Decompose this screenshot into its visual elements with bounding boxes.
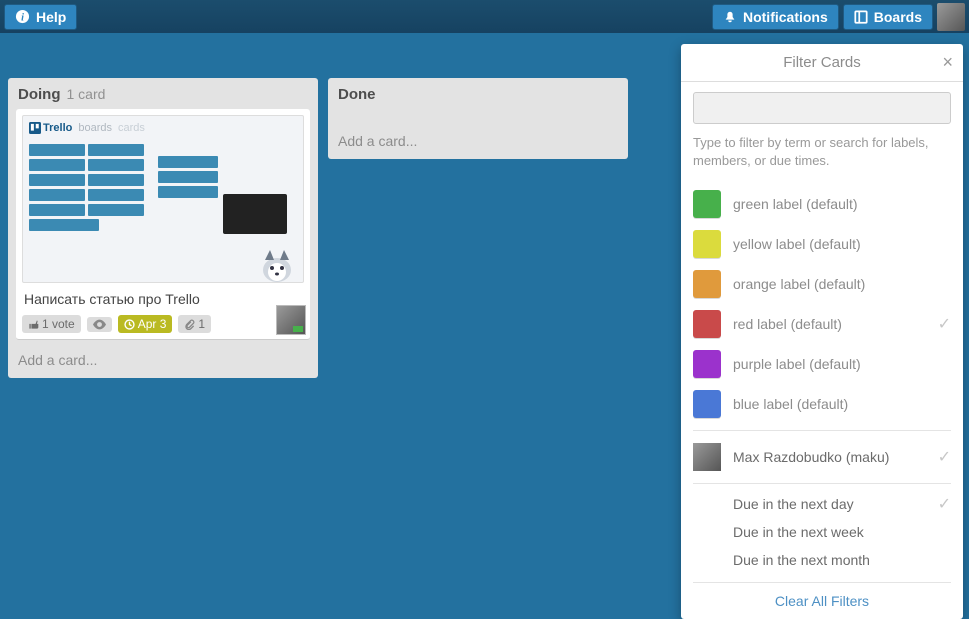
member-name: Max Razdobudko (maku) [733,449,889,465]
filter-cards-panel: Filter Cards × Type to filter by term or… [681,44,963,619]
filter-search-input[interactable] [693,92,951,124]
card-title: Написать статью про Trello [24,291,302,307]
paperclip-icon [184,319,195,330]
filter-due-row[interactable]: Due in the next day ✓ [693,490,951,518]
list-count: 1 card [67,86,106,102]
list-header[interactable]: Doing 1 card [16,84,310,109]
member-avatar [693,443,721,471]
filter-label-row[interactable]: red label (default) ✓ [693,304,951,344]
due-label: Due in the next month [733,552,870,568]
watch-badge [87,317,112,332]
due-date-badge: Apr 3 [118,315,173,333]
list-header[interactable]: Done [336,84,620,109]
boards-label: Boards [874,9,922,25]
label-swatch [693,350,721,378]
info-icon: i [15,9,30,24]
card-member-avatar[interactable] [276,305,306,335]
label-name: orange label (default) [733,276,865,292]
card-badges: 1 vote Apr 3 1 [22,315,304,333]
boards-button[interactable]: Boards [843,4,933,30]
label-swatch [693,190,721,218]
label-swatch [693,230,721,258]
trello-logo: Trello [29,122,72,134]
list-done: Done Add a card... [328,78,628,159]
label-name: blue label (default) [733,396,848,412]
list-title: Doing [18,86,61,103]
close-icon[interactable]: × [942,52,953,73]
card-label-indicator [293,326,303,332]
filter-member-row[interactable]: Max Razdobudko (maku) ✓ [693,437,951,477]
boards-icon [854,10,868,24]
notifications-label: Notifications [743,9,828,25]
filter-due-row[interactable]: Due in the next week✓ [693,518,951,546]
label-name: green label (default) [733,196,858,212]
eye-icon [93,319,106,330]
label-name: purple label (default) [733,356,861,372]
filter-title: Filter Cards × [681,44,963,82]
svg-text:i: i [21,12,24,23]
filter-label-row[interactable]: yellow label (default)✓ [693,224,951,264]
filter-label-row[interactable]: purple label (default)✓ [693,344,951,384]
check-icon: ✓ [938,314,951,334]
label-swatch [693,390,721,418]
add-card-done[interactable]: Add a card... [336,109,620,151]
user-avatar[interactable] [937,3,965,31]
attachments-badge: 1 [178,315,211,333]
add-card-doing[interactable]: Add a card... [16,346,310,370]
votes-badge: 1 vote [22,315,81,333]
label-name: yellow label (default) [733,236,861,252]
list-doing: Doing 1 card Trello boards cards [8,78,318,378]
label-swatch [693,270,721,298]
card-cover: Trello boards cards [22,115,304,283]
check-icon: ✓ [938,494,951,514]
check-icon: ✓ [938,447,951,467]
due-label: Due in the next week [733,524,864,540]
bell-icon [723,10,737,24]
help-label: Help [36,9,66,25]
due-label: Due in the next day [733,496,854,512]
help-button[interactable]: i Help [4,4,77,30]
list-title: Done [338,86,376,103]
filter-label-row[interactable]: orange label (default)✓ [693,264,951,304]
husky-mascot-icon [257,246,297,283]
filter-due-row[interactable]: Due in the next month✓ [693,546,951,574]
clock-icon [124,319,135,330]
label-swatch [693,310,721,338]
app-header: i Help Notifications Boards [0,0,969,33]
filter-label-row[interactable]: green label (default)✓ [693,184,951,224]
label-name: red label (default) [733,316,842,332]
filter-label-row[interactable]: blue label (default)✓ [693,384,951,424]
notifications-button[interactable]: Notifications [712,4,839,30]
clear-filters[interactable]: Clear All Filters [693,582,951,615]
filter-hint: Type to filter by term or search for lab… [693,134,951,170]
card[interactable]: Trello boards cards [16,109,310,340]
thumbs-up-icon [28,319,39,330]
